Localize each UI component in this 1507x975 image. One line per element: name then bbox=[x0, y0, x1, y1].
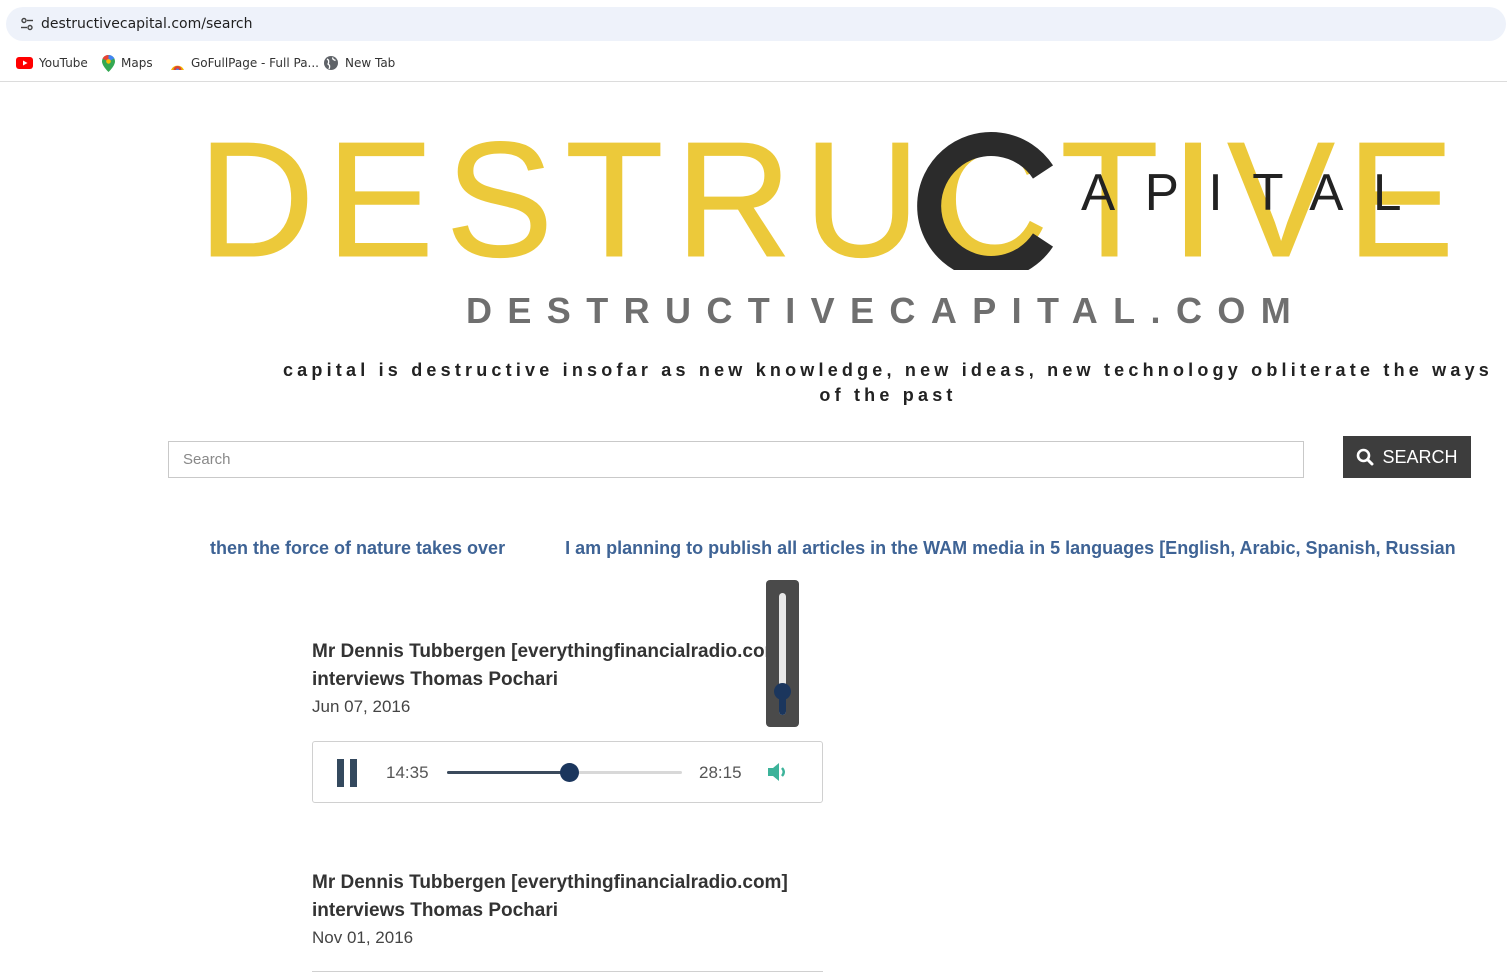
search-button[interactable]: SEARCH bbox=[1343, 436, 1471, 478]
bookmark-label: Maps bbox=[121, 56, 153, 70]
volume-handle[interactable] bbox=[774, 682, 791, 700]
bookmark-maps[interactable]: Maps bbox=[102, 53, 153, 73]
address-bar[interactable]: destructivecapital.com/search bbox=[6, 7, 1506, 41]
article-title[interactable]: Mr Dennis Tubbergen [everythingfinancial… bbox=[312, 869, 812, 925]
article-title-line: interviews Thomas Pochari bbox=[312, 669, 559, 690]
bookmark-new-tab[interactable]: New Tab bbox=[323, 53, 395, 73]
logo-subword: APITAL bbox=[1081, 164, 1431, 222]
youtube-icon bbox=[16, 57, 33, 69]
ticker-item[interactable]: then the force of nature takes over bbox=[210, 538, 505, 559]
progress-fill bbox=[447, 771, 569, 774]
bookmark-gofullpage[interactable]: GoFullPage - Full Pa... bbox=[170, 53, 319, 73]
site-logo[interactable]: DESTRUCTIVE APITAL bbox=[190, 120, 1480, 270]
progress-handle[interactable] bbox=[559, 763, 579, 782]
bookmark-label: YouTube bbox=[39, 56, 88, 70]
site-info-icon[interactable] bbox=[19, 16, 35, 32]
bookmarks-bar: YouTube Maps GoFullPage - Full Pa... New… bbox=[0, 46, 1507, 82]
news-ticker: then the force of nature takes over I am… bbox=[210, 538, 1456, 564]
search-button-label: SEARCH bbox=[1382, 446, 1458, 467]
article-date: Jun 07, 2016 bbox=[312, 697, 411, 716]
site-domain-text: DESTRUCTIVECAPITAL.COM bbox=[466, 290, 1307, 331]
audio-player bbox=[312, 971, 823, 975]
pause-button[interactable] bbox=[337, 759, 361, 787]
search-icon bbox=[1357, 448, 1374, 466]
site-tagline: capital is destructive insofar as new kn… bbox=[282, 360, 1494, 405]
volume-icon[interactable] bbox=[767, 761, 791, 783]
article-title-line: Mr Dennis Tubbergen [everythingfinancial… bbox=[312, 872, 788, 893]
article-title[interactable]: Mr Dennis Tubbergen [everythingfinancial… bbox=[312, 638, 812, 694]
bookmark-youtube[interactable]: YouTube bbox=[16, 53, 88, 73]
search-input[interactable] bbox=[168, 441, 1304, 478]
current-time: 14:35 bbox=[386, 763, 429, 782]
bookmark-label: New Tab bbox=[345, 56, 396, 70]
pause-icon bbox=[350, 759, 357, 787]
article-title-line: interviews Thomas Pochari bbox=[312, 900, 559, 921]
audio-player: 14:35 28:15 bbox=[312, 741, 823, 803]
progress-slider[interactable] bbox=[447, 763, 682, 782]
article-date: Nov 01, 2016 bbox=[312, 928, 414, 947]
address-bar-area: destructivecapital.com/search bbox=[0, 0, 1507, 46]
article-title-line: Mr Dennis Tubbergen [everythingfinancial… bbox=[312, 641, 788, 662]
ticker-item[interactable]: I am planning to publish all articles in… bbox=[565, 538, 1456, 559]
bookmark-label: GoFullPage - Full Pa... bbox=[191, 56, 319, 70]
volume-slider-popup bbox=[766, 580, 799, 727]
pause-icon bbox=[337, 759, 344, 787]
maps-pin-icon bbox=[102, 54, 115, 72]
total-time: 28:15 bbox=[699, 763, 742, 782]
globe-icon bbox=[324, 56, 338, 70]
volume-slider[interactable] bbox=[774, 593, 791, 715]
url-text[interactable]: destructivecapital.com/search bbox=[41, 16, 252, 32]
gofullpage-icon bbox=[171, 65, 184, 70]
